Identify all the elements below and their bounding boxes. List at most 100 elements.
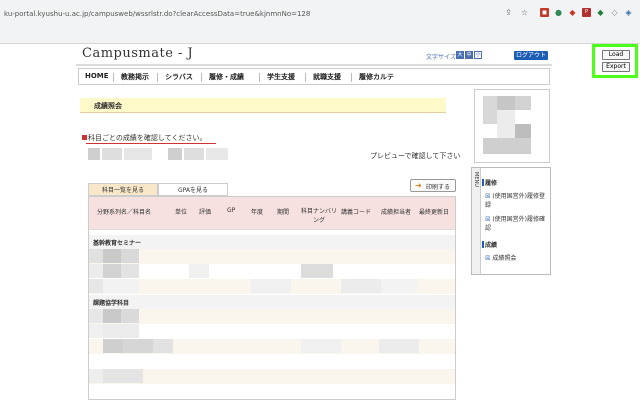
column-header-credits: 単位 [175,209,188,216]
extension-popup: Load Export [592,44,638,78]
redacted-cell [121,249,139,263]
browser-toolbar: ku-portal.kyushu-u.ac.jp/campusweb/wssrl… [0,0,640,44]
nav-separator [113,73,114,82]
table-row [89,249,455,264]
tab-gpa[interactable]: GPAを見る [158,183,228,196]
extension-icon-red-2[interactable]: ◆ [568,8,577,17]
extension-icon-red[interactable]: ◼ [540,8,549,17]
table-row [89,324,455,339]
page-title: 成績照会 [94,102,122,110]
redacted-cell [89,369,103,383]
site-logo[interactable]: Campusmate - J [82,46,193,61]
redacted-cell [381,279,417,293]
table-row [89,309,455,324]
sidebar-link-label: 成績照会 [492,255,517,262]
nav-career-support[interactable]: 就職支援 [313,72,341,82]
group-label: 課題協学科目 [93,300,130,307]
extension-icon-pdf[interactable]: P [582,8,591,17]
square-bullet-icon: ☒ [485,193,491,200]
redacted-photo [515,124,531,138]
redacted-cell [89,279,103,293]
column-header-lecture-code: 講義コード [341,209,372,216]
sidebar-heading-label: 成績 [485,242,498,249]
column-header-course-name: 分野系列名／科目名 [97,209,152,216]
nav-separator [157,73,158,82]
sidebar-heading-registration: 履修 [482,178,498,187]
redacted-cell [341,279,381,293]
column-header-last-updated: 最終更新日 [419,209,450,216]
redacted-cell [89,324,103,338]
star-icon[interactable]: ☆ [520,8,529,17]
redacted-cell [103,369,143,383]
font-size-large[interactable]: 大 [456,51,464,59]
redacted-cell [89,309,103,323]
font-size-label: 文字サイズ [426,54,456,61]
sidebar-link-label: (使用国営外)履修登録 [485,193,545,209]
print-button[interactable]: ➜ 印刷する [410,179,456,192]
column-header-grade: 評価 [199,209,212,216]
table-row [89,264,455,279]
redacted-info [206,148,228,160]
section-marker-icon [482,241,484,248]
redacted-photo [483,138,531,154]
arrow-right-icon: ➜ [415,181,422,190]
column-header-term: 期間 [277,209,290,216]
logout-button[interactable]: ログアウト [514,51,548,60]
preview-note: プレビューで確認して下さい [370,152,461,160]
nav-student-support[interactable]: 学生支援 [267,72,295,82]
address-bar[interactable]: ku-portal.kyushu-u.ac.jp/campusweb/wssrl… [4,10,310,18]
nav-separator [259,73,260,82]
font-size-small[interactable]: 小 [474,51,482,59]
instruction-bullet-icon [82,135,87,140]
load-button[interactable]: Load [602,50,630,60]
redacted-cell [379,339,419,353]
square-bullet-icon: ☒ [485,216,491,223]
redacted-cell [121,264,139,278]
nav-registration-grades[interactable]: 履修・成績 [209,72,244,82]
redacted-photo [515,96,531,110]
nav-course-record[interactable]: 履修カルテ [359,72,394,82]
extension-icon-green[interactable]: ◆ [596,8,605,17]
redacted-cell [103,264,121,278]
redacted-cell [89,264,103,278]
sidebar-link-grade-inquiry[interactable]: ☒ 成績照会 [485,254,549,263]
redacted-cell [103,339,123,353]
redacted-cell [103,309,121,323]
nav-separator [201,73,202,82]
redacted-info [124,148,152,160]
redacted-info [88,148,100,160]
sidebar-heading-label: 履修 [485,180,498,187]
tab-course-list[interactable]: 科目一覧を見る [88,183,158,196]
instruction-underline [86,143,216,144]
table-group-row: 課題協学科目 [89,295,455,310]
sidebar-link-label: (使用国営外)履修確認 [485,216,545,232]
nav-notices[interactable]: 教務掲示 [121,72,149,82]
column-header-year: 年度 [251,209,264,216]
table-header: 分野系列名／科目名 単位 評価 GP 年度 期間 科目ナンバリング 講義コード … [89,197,455,230]
redacted-cell [189,264,209,278]
redacted-cell [301,264,333,278]
extension-icon-blue[interactable]: ◈ [624,8,633,17]
redacted-cell [103,324,139,338]
redacted-info [102,148,122,160]
sidebar-tab-label: MENU [473,172,479,187]
redacted-cell [251,279,291,293]
redacted-cell [103,249,121,263]
redacted-info [168,148,182,160]
sidebar-link-registration-confirm[interactable]: ☒ (使用国営外)履修確認 [485,215,549,233]
sidebar-link-registration[interactable]: ☒ (使用国営外)履修登録 [485,192,549,210]
group-label: 基幹教育セミナー [93,240,142,247]
nav-syllabus[interactable]: シラバス [165,72,193,82]
extension-icon-grey[interactable]: ◇ [610,8,619,17]
evernote-icon[interactable]: ● [554,8,563,17]
sidebar-menu: MENU 履修 ☒ (使用国営外)履修登録 ☒ (使用国営外)履修確認 成績 ☒… [471,167,551,275]
redacted-cell [153,339,173,353]
student-photo [474,89,550,163]
sidebar-vertical-tab[interactable]: MENU [472,168,481,274]
instruction-text: 科目ごとの成績を確認してください。 [88,134,207,142]
nav-home[interactable]: HOME [85,72,109,80]
font-size-medium[interactable]: 中 [465,51,473,59]
square-bullet-icon: ☒ [485,255,491,262]
export-button[interactable]: Export [602,62,630,72]
share-icon[interactable]: ⇪ [504,8,513,17]
